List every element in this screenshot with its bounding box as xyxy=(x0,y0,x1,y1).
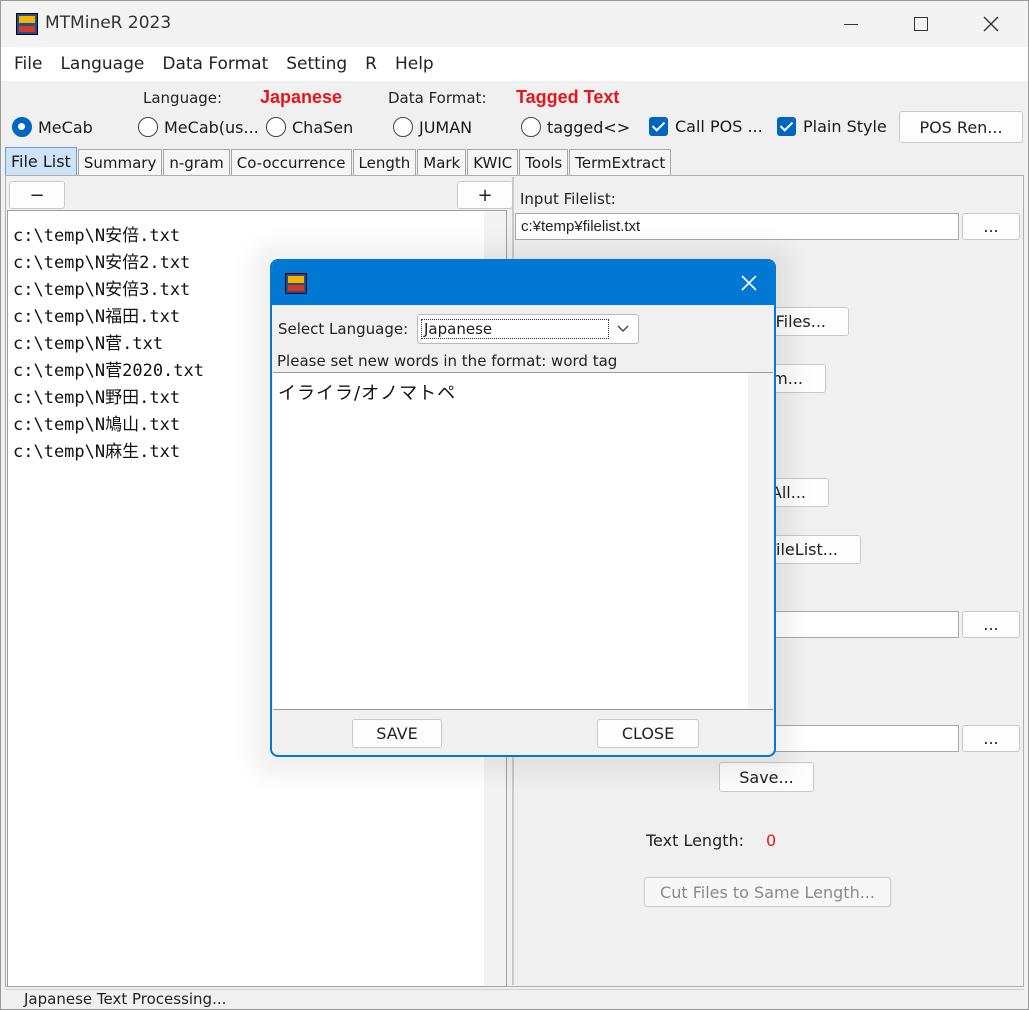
menu-setting[interactable]: Setting xyxy=(277,54,356,74)
list-item[interactable]: c:\temp\N安倍.txt xyxy=(13,221,180,246)
language-label: Language: xyxy=(143,89,223,107)
remove-file-button[interactable]: − xyxy=(9,181,65,209)
list-item[interactable]: c:\temp\N菅2020.txt xyxy=(13,356,204,381)
check-call-pos-label: Call POS ... xyxy=(675,117,763,136)
checkbox-checked-icon xyxy=(777,117,796,136)
list-item[interactable]: c:\temp\N安倍2.txt xyxy=(13,248,190,273)
browse-save-button[interactable]: ... xyxy=(962,725,1020,752)
input-filelist-field[interactable]: c:¥temp¥filelist.txt xyxy=(515,213,959,240)
close-icon xyxy=(983,16,999,32)
radio-unselected-icon xyxy=(393,117,413,137)
data-format-label: Data Format: xyxy=(388,89,487,107)
radio-unselected-icon xyxy=(266,117,286,137)
new-words-dialog: Select Language: Japanese Please set new… xyxy=(270,259,776,757)
radio-selected-icon xyxy=(12,117,32,137)
main-window: MTMineR 2023 File Language Data Format S… xyxy=(0,0,1029,1010)
radio-mecab-user[interactable]: MeCab(us... xyxy=(138,117,259,137)
textarea-scrollbar[interactable] xyxy=(748,373,773,709)
radio-mecab-label: MeCab xyxy=(38,117,93,137)
maximize-button[interactable] xyxy=(898,7,944,41)
tab-termextract[interactable]: TermExtract xyxy=(569,149,672,175)
language-select[interactable]: Japanese xyxy=(417,314,639,344)
pos-rename-button[interactable]: POS Ren... xyxy=(899,111,1023,143)
browse-output-button[interactable]: ... xyxy=(962,611,1020,638)
list-item[interactable]: c:\temp\N鳩山.txt xyxy=(13,410,180,435)
list-item[interactable]: c:\temp\N福田.txt xyxy=(13,302,180,327)
minimize-button[interactable] xyxy=(828,7,874,41)
status-bar: Japanese Text Processing... xyxy=(5,989,1024,1009)
list-item[interactable]: c:\temp\N安倍3.txt xyxy=(13,275,190,300)
dialog-title-bar xyxy=(272,261,774,305)
tab-strip: File List Summary n-gram Co-occurrence L… xyxy=(5,147,672,175)
list-item[interactable]: c:\temp\N野田.txt xyxy=(13,383,180,408)
data-format-value: Tagged Text xyxy=(516,87,620,107)
chevron-down-icon xyxy=(617,325,629,332)
checkbox-checked-icon xyxy=(649,117,668,136)
radio-juman[interactable]: JUMAN xyxy=(393,117,472,137)
tab-n-gram[interactable]: n-gram xyxy=(163,149,230,175)
radio-unselected-icon xyxy=(521,117,541,137)
check-plain-style-label: Plain Style xyxy=(803,117,887,136)
menu-file[interactable]: File xyxy=(5,54,51,74)
cut-files-button[interactable]: Cut Files to Same Length... xyxy=(644,877,891,907)
close-window-button[interactable] xyxy=(968,7,1014,41)
language-select-value: Japanese xyxy=(421,319,609,339)
maximize-icon xyxy=(914,17,928,31)
menu-bar: File Language Data Format Setting R Help xyxy=(1,47,1028,81)
check-plain-style[interactable]: Plain Style xyxy=(777,117,887,136)
browse-filelist-button[interactable]: ... xyxy=(962,213,1020,240)
menu-help[interactable]: Help xyxy=(386,54,443,74)
radio-chasen[interactable]: ChaSen xyxy=(266,117,353,137)
check-call-pos[interactable]: Call POS ... xyxy=(649,117,763,136)
settings-panel: Language: Japanese Data Format: Tagged T… xyxy=(1,81,1028,147)
new-words-textarea[interactable]: イライラ/オノマトペ xyxy=(273,372,773,710)
language-value: Japanese xyxy=(260,87,343,107)
add-file-button[interactable]: + xyxy=(457,181,513,209)
dialog-app-icon xyxy=(285,273,307,294)
radio-tagged-label: tagged<> xyxy=(547,117,631,137)
dialog-close-text-button[interactable]: CLOSE xyxy=(597,719,699,748)
dialog-save-button[interactable]: SAVE xyxy=(352,719,442,748)
tab-tools[interactable]: Tools xyxy=(519,149,569,175)
text-length-label: Text Length: xyxy=(646,831,745,850)
radio-tagged[interactable]: tagged<> xyxy=(521,117,630,137)
minimize-icon xyxy=(844,23,858,25)
radio-unselected-icon xyxy=(138,117,158,137)
tab-summary[interactable]: Summary xyxy=(77,149,163,175)
tab-kwic[interactable]: KWIC xyxy=(467,149,519,175)
window-title: MTMineR 2023 xyxy=(45,13,172,33)
new-words-content: イライラ/オノマトペ xyxy=(278,383,457,404)
title-bar: MTMineR 2023 xyxy=(1,1,1028,47)
dialog-instruction: Please set new words in the format: word… xyxy=(277,352,618,370)
tab-mark[interactable]: Mark xyxy=(417,149,467,175)
radio-mecab-user-label: MeCab(us... xyxy=(164,117,259,137)
input-filelist-label: Input Filelist: xyxy=(520,190,616,208)
tab-length[interactable]: Length xyxy=(352,149,417,175)
radio-juman-label: JUMAN xyxy=(419,117,473,137)
list-item[interactable]: c:\temp\N菅.txt xyxy=(13,329,163,354)
radio-mecab[interactable]: MeCab xyxy=(12,117,93,137)
tab-file-list[interactable]: File List xyxy=(5,147,77,175)
app-logo-icon xyxy=(16,13,38,35)
dialog-close-button[interactable] xyxy=(734,269,764,297)
menu-data-format[interactable]: Data Format xyxy=(153,54,277,74)
menu-language[interactable]: Language xyxy=(51,54,153,74)
list-item[interactable]: c:\temp\N麻生.txt xyxy=(13,437,180,462)
text-length-value: 0 xyxy=(766,831,777,850)
close-icon xyxy=(741,275,757,291)
tab-co-occurrence[interactable]: Co-occurrence xyxy=(230,149,352,175)
radio-chasen-label: ChaSen xyxy=(292,117,354,137)
select-language-label: Select Language: xyxy=(278,320,409,338)
menu-r[interactable]: R xyxy=(356,54,386,74)
